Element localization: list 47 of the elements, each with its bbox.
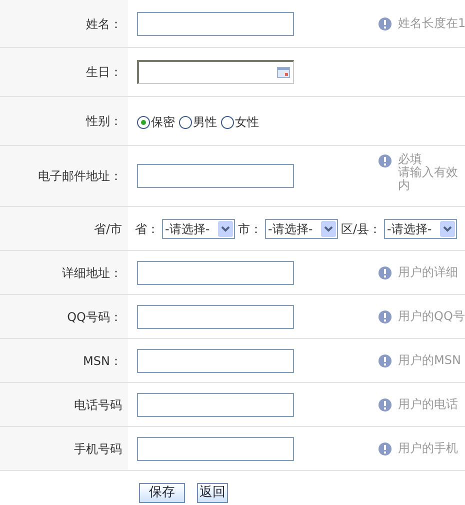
hint-text: 用户的详细 <box>398 266 458 279</box>
hint-text: 用户的电话 <box>398 398 458 411</box>
dropdown[interactable]: -请选择- <box>162 218 235 238</box>
select-label: 市： <box>238 220 262 238</box>
hint-text: 用户的QQ号 <box>398 310 465 323</box>
dropdown[interactable]: -请选择- <box>265 218 338 238</box>
input-field[interactable] <box>137 436 294 460</box>
info-icon <box>378 310 392 324</box>
field-label: 详细地址： <box>62 264 122 282</box>
info-icon <box>378 17 392 31</box>
save-button[interactable]: 保存 <box>139 483 185 503</box>
input-field[interactable] <box>137 392 294 416</box>
info-icon <box>378 398 392 412</box>
field-label: 省/市 <box>94 220 122 238</box>
hint-text: 用户的MSN <box>398 354 461 367</box>
input-field[interactable] <box>137 260 294 284</box>
field-label: MSN： <box>83 352 122 370</box>
radio-button[interactable] <box>221 116 234 128</box>
input-field[interactable] <box>137 304 294 328</box>
back-button[interactable]: 返回 <box>197 483 228 503</box>
hint-text: 姓名长度在1 <box>398 17 465 30</box>
hint-text: 用户的手机 <box>398 442 458 455</box>
info-icon <box>378 154 392 168</box>
radio-label[interactable]: 男性 <box>193 113 217 131</box>
input-field[interactable] <box>137 164 294 188</box>
select-label: 区/县： <box>341 220 382 238</box>
info-icon <box>378 266 392 280</box>
info-icon <box>378 354 392 368</box>
field-label: 手机号码 <box>74 440 122 458</box>
input-field[interactable] <box>137 12 294 36</box>
radio-button[interactable] <box>137 116 150 128</box>
field-label: 性别： <box>86 113 122 130</box>
field-label: 姓名： <box>86 16 122 32</box>
dropdown[interactable]: -请选择- <box>384 218 458 238</box>
field-label: 电话号码 <box>74 396 122 414</box>
field-label: QQ号码： <box>67 308 122 326</box>
calendar-icon[interactable] <box>277 67 290 78</box>
field-label: 电子邮件地址： <box>38 168 122 185</box>
select-label: 省： <box>135 220 159 238</box>
input-field[interactable] <box>137 348 294 372</box>
radio-button[interactable] <box>179 116 192 128</box>
date-field[interactable] <box>137 60 294 84</box>
hint-text: 必填 请输入有效 内 <box>398 153 458 192</box>
radio-label[interactable]: 保密 <box>151 113 175 131</box>
radio-label[interactable]: 女性 <box>235 113 259 131</box>
info-icon <box>378 442 392 456</box>
field-label: 生日： <box>86 64 122 81</box>
